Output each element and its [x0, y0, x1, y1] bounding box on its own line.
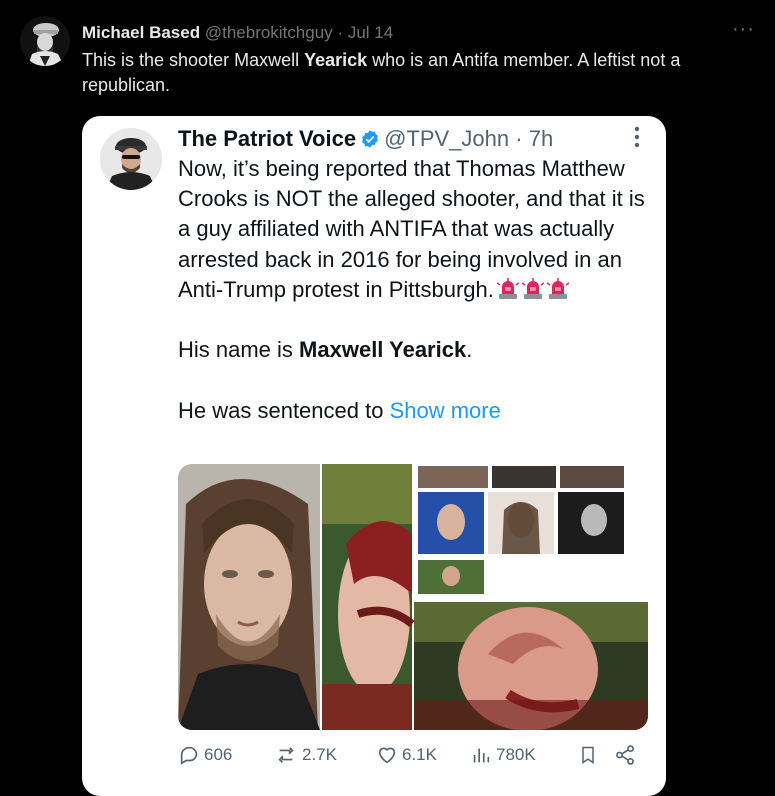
more-options-icon[interactable]: ···	[732, 18, 755, 41]
author-name[interactable]: Michael Based	[82, 23, 200, 42]
post-text: This is the shooter Maxwell Yearick who …	[82, 48, 762, 98]
quoted-paragraph-3-text: He was sentenced to	[178, 397, 390, 423]
police-car-light-icon	[521, 277, 545, 300]
injury-photo[interactable]	[322, 464, 415, 730]
like-button[interactable]: 6.1K	[376, 744, 437, 766]
police-car-light-icon	[546, 277, 570, 300]
share-icon	[616, 745, 634, 765]
media-grid	[178, 464, 648, 730]
header-separator: ·	[337, 23, 344, 42]
views-button[interactable]: 780K	[470, 744, 536, 766]
views-count: 780K	[496, 745, 536, 764]
share-button[interactable]	[614, 744, 636, 766]
repost-count: 2.7K	[302, 745, 337, 764]
action-bar: 606 2.7K 6.1K 780K	[178, 742, 648, 768]
ear-closeup-image[interactable]	[414, 602, 648, 730]
quoted-paragraph-2: His name is Maxwell Yearick.	[178, 335, 658, 365]
post-date[interactable]: Jul 14	[348, 23, 393, 42]
post-text-bold: Yearick	[304, 50, 368, 70]
quoted-header: The Patriot Voice @TPV_John · 7h	[178, 124, 553, 157]
quoted-time[interactable]: 7h	[529, 126, 553, 151]
bookmark-button[interactable]	[578, 744, 598, 766]
show-more-link[interactable]: Show more	[390, 398, 501, 423]
quoted-author-avatar[interactable]	[100, 128, 162, 190]
verified-badge-icon	[360, 127, 380, 157]
post-text-part: This is the shooter Maxwell	[82, 50, 305, 70]
police-car-light-icon	[496, 277, 520, 300]
quoted-paragraph-1-text: Now, it’s being reported that Thomas Mat…	[178, 156, 645, 302]
mugshot-image[interactable]	[178, 464, 320, 730]
quoted-post-card[interactable]: The Patriot Voice @TPV_John · 7h Now, it’…	[82, 116, 666, 796]
reply-button[interactable]: 606	[178, 744, 232, 766]
author-handle[interactable]: @thebrokitchguy	[205, 23, 333, 42]
quoted-paragraph-1: Now, it’s being reported that Thomas Mat…	[178, 154, 658, 305]
quoted-paragraph-2-bold: Maxwell Yearick	[299, 337, 467, 363]
quoted-text: Now, it’s being reported that Thomas Mat…	[178, 154, 658, 426]
quoted-paragraph-3: He was sentenced to Show more	[178, 396, 658, 426]
collage-image[interactable]	[414, 464, 648, 598]
reply-icon	[180, 746, 198, 765]
quoted-paragraph-2-text: His name is	[178, 337, 300, 363]
views-chart-icon	[473, 748, 490, 763]
quoted-more-icon[interactable]	[634, 126, 640, 153]
author-avatar[interactable]	[20, 16, 70, 66]
bookmark-icon	[582, 746, 594, 764]
like-count: 6.1K	[402, 745, 437, 764]
quoted-separator: ·	[515, 126, 523, 151]
repost-icon	[278, 747, 294, 763]
reply-count: 606	[204, 745, 233, 764]
quoted-author-handle[interactable]: @TPV_John	[384, 126, 509, 151]
quoted-author-name[interactable]: The Patriot Voice	[178, 126, 356, 151]
quoted-paragraph-2-end: .	[466, 337, 473, 363]
repost-button[interactable]: 2.7K	[274, 744, 337, 766]
heart-icon	[378, 747, 396, 764]
post-header: Michael Based @thebrokitchguy · Jul 14	[82, 22, 393, 44]
